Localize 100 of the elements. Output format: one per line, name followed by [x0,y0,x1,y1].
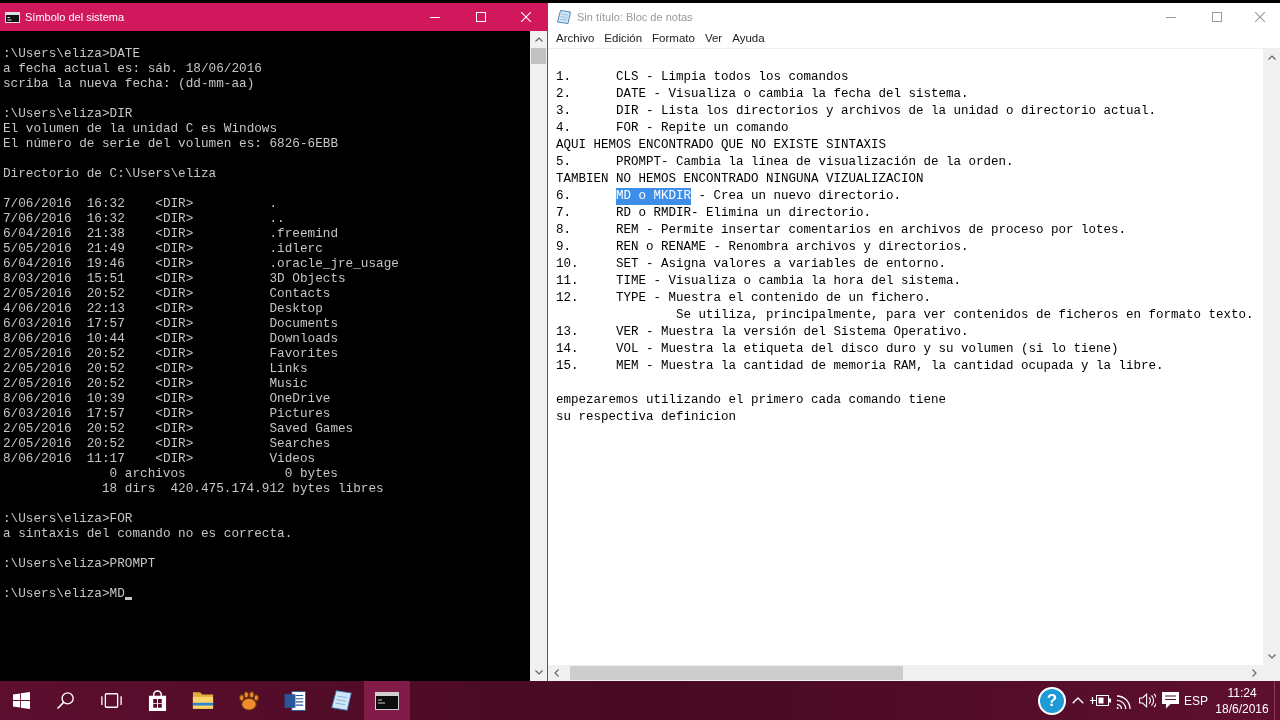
console-line: a sintaxis del comando no es correcta. [3,526,293,541]
entry-time: 20:52 [86,346,125,361]
menu-item[interactable]: Ayuda [727,31,770,46]
entry-type: <DIR> [155,346,194,361]
entry-name: Downloads [269,331,338,346]
clock-button[interactable]: 11:24 18/6/2016 [1210,681,1274,720]
entry-time: 11:17 [86,451,125,466]
folder-icon [192,691,214,710]
line-text: DATE - Visualiza o cambia la fecha del sistema. [616,86,969,103]
speaker-icon [1138,693,1156,708]
entry-time: 10:39 [86,391,125,406]
scrollbar[interactable] [548,665,1263,681]
menu-item[interactable]: Edición [599,31,648,46]
line-text: SET - Asigna valores a variables de entorno. [616,256,947,273]
entry-type: <DIR> [155,211,194,226]
entry-date: 2/05/2016 [3,376,72,391]
entry-type: <DIR> [155,271,194,286]
entry-time: 19:46 [86,256,125,271]
line-text: TYPE - Muestra el contenido de un fichero. [616,290,932,307]
entry-type: <DIR> [155,301,194,316]
chevron-up-icon [534,37,543,42]
entry-name: Pictures [269,406,331,421]
line-text: TAMBIEN NO HEMOS ENCONTRADO NINGUNA VIZUALIZACION [556,171,924,188]
menu-item[interactable]: Archivo [551,31,600,46]
entry-type: <DIR> [155,436,194,451]
line-text: MEM - Muestra la cantidad de memoria RAM, la cantidad ocupada y la libre. [616,358,1164,375]
wifi-icon [1116,692,1132,709]
entry-date: 6/03/2016 [3,316,72,331]
scrollbar[interactable] [1263,49,1280,665]
list-number: 12. [556,290,579,307]
line-text: REN o RENAME - Renombra archivos y directorios. [616,239,969,256]
taskbar-app-button[interactable] [364,681,410,720]
notepad-icon [557,10,571,24]
maximize-icon [476,12,486,22]
entry-time: 17:57 [86,316,125,331]
entry-name: . [269,196,278,211]
language-button[interactable]: ESP [1182,681,1210,720]
list-number: 11. [556,273,579,290]
list-number: 6. [556,188,571,205]
entry-time: 20:52 [86,376,125,391]
entry-type: <DIR> [155,256,194,271]
line-text: RD o RMDIR- Elimina un directorio. [616,205,872,222]
minimize-icon [430,16,440,18]
scroll-thumb[interactable] [531,48,546,64]
menu-item[interactable]: Formato [647,31,700,46]
scroll-thumb[interactable] [570,666,903,680]
menu-item[interactable]: Ver [699,31,728,46]
list-number: 10. [556,256,579,273]
maximize-icon [1212,12,1222,22]
list-number: 15. [556,358,579,375]
entry-name: Videos [269,451,316,466]
entry-name: Documents [269,316,338,331]
scrollbar[interactable] [530,31,547,681]
line-text: empezaremos utilizando el primero cada comando tiene [556,392,947,409]
task-view-icon [100,693,122,708]
entry-date: 2/05/2016 [3,286,72,301]
list-number: 8. [556,222,571,239]
chevron-down-icon [1267,654,1276,659]
console-line: :\Users\eliza>DATE [3,46,141,61]
console-line: scriba la nueva fecha: (dd-mm-aa) [3,76,255,91]
shopping-bag-icon [147,690,167,711]
entry-name: .. [269,211,285,226]
entry-name: Music [269,376,308,391]
entry-date: 5/05/2016 [3,241,72,256]
entry-name: .idlerc [269,241,323,256]
entry-type: <DIR> [155,406,194,421]
entry-time: 20:52 [86,436,125,451]
entry-type: <DIR> [155,376,194,391]
entry-date: 8/03/2016 [3,271,72,286]
entry-type: <DIR> [155,286,194,301]
line-text: su respectiva definicion [556,409,737,426]
minimize-icon [1166,16,1176,18]
entry-date: 2/05/2016 [3,436,72,451]
entry-date: 2/05/2016 [3,421,72,436]
entry-date: 6/03/2016 [3,406,72,421]
line-text: - Crea un nuevo directorio. [698,188,902,205]
chevron-up-icon [1267,55,1276,60]
entry-date: 4/06/2016 [3,301,72,316]
entry-date: 7/06/2016 [3,211,72,226]
line-text: AQUI HEMOS ENCONTRADO QUE NO EXISTE SINTAXIS [556,137,887,154]
line-text: CLS - Limpia todos los comandos [616,69,849,86]
paw-icon [238,690,260,711]
line-text: VOL - Muestra la etiqueta del disco duro y su volumen (si lo tiene) [616,341,1119,358]
entry-type: <DIR> [155,421,194,436]
line-text: PROMPT- Cambia la línea de visualización de la orden. [616,154,1014,171]
command-input[interactable]: :\Users\eliza>MD [3,586,125,601]
console-line: :\Users\eliza>PROMPT [3,556,156,571]
entry-date: 8/06/2016 [3,391,72,406]
console-line: El volumen de la unidad C es Windows [3,121,278,136]
line-text: Se utiliza, principalmente, para ver contenidos de ficheros en formato texto. [676,307,1254,324]
list-number: 1. [556,69,571,86]
console-app-icon [5,11,20,23]
entry-time: 17:57 [86,406,125,421]
entry-name: Favorites [269,346,338,361]
window-title: Sin título: Bloc de notas [577,9,693,25]
entry-type: <DIR> [155,226,194,241]
entry-time: 21:38 [86,226,125,241]
console-line: Directorio de C:\Users\eliza [3,166,217,181]
summary-count: 0 archivos [109,466,186,481]
entry-name: 3D Objects [269,271,346,286]
